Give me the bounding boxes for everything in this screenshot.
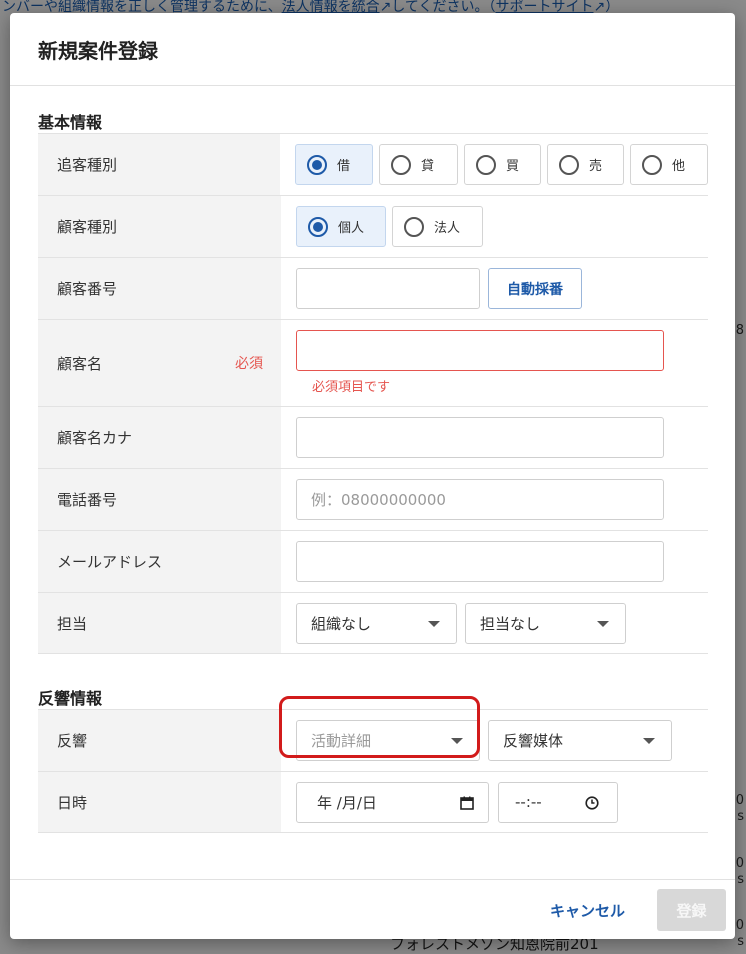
radio-checked-icon: [308, 216, 328, 237]
row-email: メールアドレス: [38, 530, 708, 592]
submit-button[interactable]: 登録: [657, 889, 726, 931]
field-label: 反響: [38, 710, 281, 771]
modal-title: 新規案件登録: [38, 39, 158, 63]
basic-info-table: 追客種別 借 貸 買 売 他 顧客種別 個人 法人 顧客番号 自動採番 顧客名 …: [38, 133, 708, 654]
customer-kana-group: [281, 407, 708, 468]
row-customer-kana: 顧客名カナ: [38, 406, 708, 468]
field-label: 顧客種別: [38, 196, 281, 257]
section-title-basic: 基本情報: [38, 113, 103, 132]
row-customer-name: 顧客名 必須 必須項目です: [38, 319, 708, 406]
radio-unchecked-icon: [642, 154, 662, 175]
customer-kana-input[interactable]: [296, 417, 664, 458]
field-label: メールアドレス: [38, 531, 281, 592]
response-info-table: 反響 活動詳細 反響媒体 日時 年 /月/日 --:--: [38, 709, 708, 833]
time-input[interactable]: --:--: [498, 781, 618, 823]
assignee-select[interactable]: 担当なし: [465, 602, 626, 644]
clock-icon[interactable]: [585, 795, 599, 810]
radio-customer-individual[interactable]: 個人: [296, 206, 386, 247]
divider: [10, 85, 735, 86]
field-label: 顧客名 必須: [38, 320, 281, 406]
response-group: 活動詳細 反響媒体: [281, 710, 708, 771]
required-badge: 必須: [235, 356, 263, 372]
row-response: 反響 活動詳細 反響媒体: [38, 709, 708, 771]
email-input[interactable]: [296, 541, 664, 582]
chevron-down-icon: [451, 738, 463, 744]
row-assignee: 担当 組織なし 担当なし: [38, 592, 708, 654]
activity-detail-select[interactable]: 活動詳細: [296, 720, 480, 761]
row-tsuikyaku: 追客種別 借 貸 買 売 他: [38, 133, 708, 195]
section-title-response: 反響情報: [38, 689, 103, 708]
radio-customer-corporate[interactable]: 法人: [392, 206, 483, 247]
field-label: 顧客番号: [38, 258, 281, 319]
tsuikyaku-radio-group: 借 貸 買 売 他: [280, 134, 708, 195]
new-case-modal: 新規案件登録 基本情報 追客種別 借 貸 買 売 他 顧客種別 個人 法人 顧客…: [10, 13, 735, 939]
radio-unchecked-icon: [391, 154, 411, 175]
chevron-down-icon: [643, 738, 655, 744]
field-label: 日時: [38, 772, 281, 832]
calendar-icon[interactable]: [460, 796, 474, 810]
assignee-group: 組織なし 担当なし: [281, 593, 708, 653]
radio-tsuikyaku-shaku[interactable]: 借: [295, 144, 373, 185]
cancel-button[interactable]: キャンセル: [550, 900, 625, 921]
email-group: [281, 531, 708, 592]
phone-group: [281, 469, 708, 530]
customer-name-input[interactable]: [296, 330, 664, 371]
phone-input[interactable]: [296, 479, 664, 520]
date-input[interactable]: 年 /月/日: [296, 781, 489, 823]
field-label: 担当: [38, 593, 281, 653]
radio-unchecked-icon: [476, 154, 496, 175]
radio-tsuikyaku-uri[interactable]: 売: [547, 144, 624, 185]
radio-unchecked-icon: [559, 154, 579, 175]
organization-select[interactable]: 組織なし: [296, 602, 457, 644]
radio-unchecked-icon: [404, 216, 424, 237]
row-phone: 電話番号: [38, 468, 708, 530]
field-label: 電話番号: [38, 469, 281, 530]
error-message: 必須項目です: [312, 380, 391, 395]
radio-tsuikyaku-other[interactable]: 他: [630, 144, 708, 185]
field-label: 顧客名カナ: [38, 407, 281, 468]
row-customer-type: 顧客種別 個人 法人: [38, 195, 708, 257]
field-label: 追客種別: [38, 134, 280, 195]
radio-checked-icon: [307, 154, 327, 175]
customer-type-radio-group: 個人 法人: [281, 196, 708, 257]
chevron-down-icon: [597, 620, 609, 627]
row-customer-number: 顧客番号 自動採番: [38, 257, 708, 319]
chevron-down-icon: [428, 620, 440, 627]
response-media-select[interactable]: 反響媒体: [488, 720, 672, 761]
row-datetime: 日時 年 /月/日 --:--: [38, 771, 708, 833]
customer-number-input[interactable]: [296, 268, 480, 309]
datetime-group: 年 /月/日 --:--: [281, 772, 708, 832]
customer-number-group: 自動採番: [281, 258, 708, 319]
radio-tsuikyaku-kashi[interactable]: 貸: [379, 144, 458, 185]
customer-name-group: 必須項目です: [281, 320, 708, 406]
radio-tsuikyaku-kai[interactable]: 買: [464, 144, 541, 185]
auto-number-button[interactable]: 自動採番: [488, 268, 582, 309]
divider: [10, 879, 735, 880]
